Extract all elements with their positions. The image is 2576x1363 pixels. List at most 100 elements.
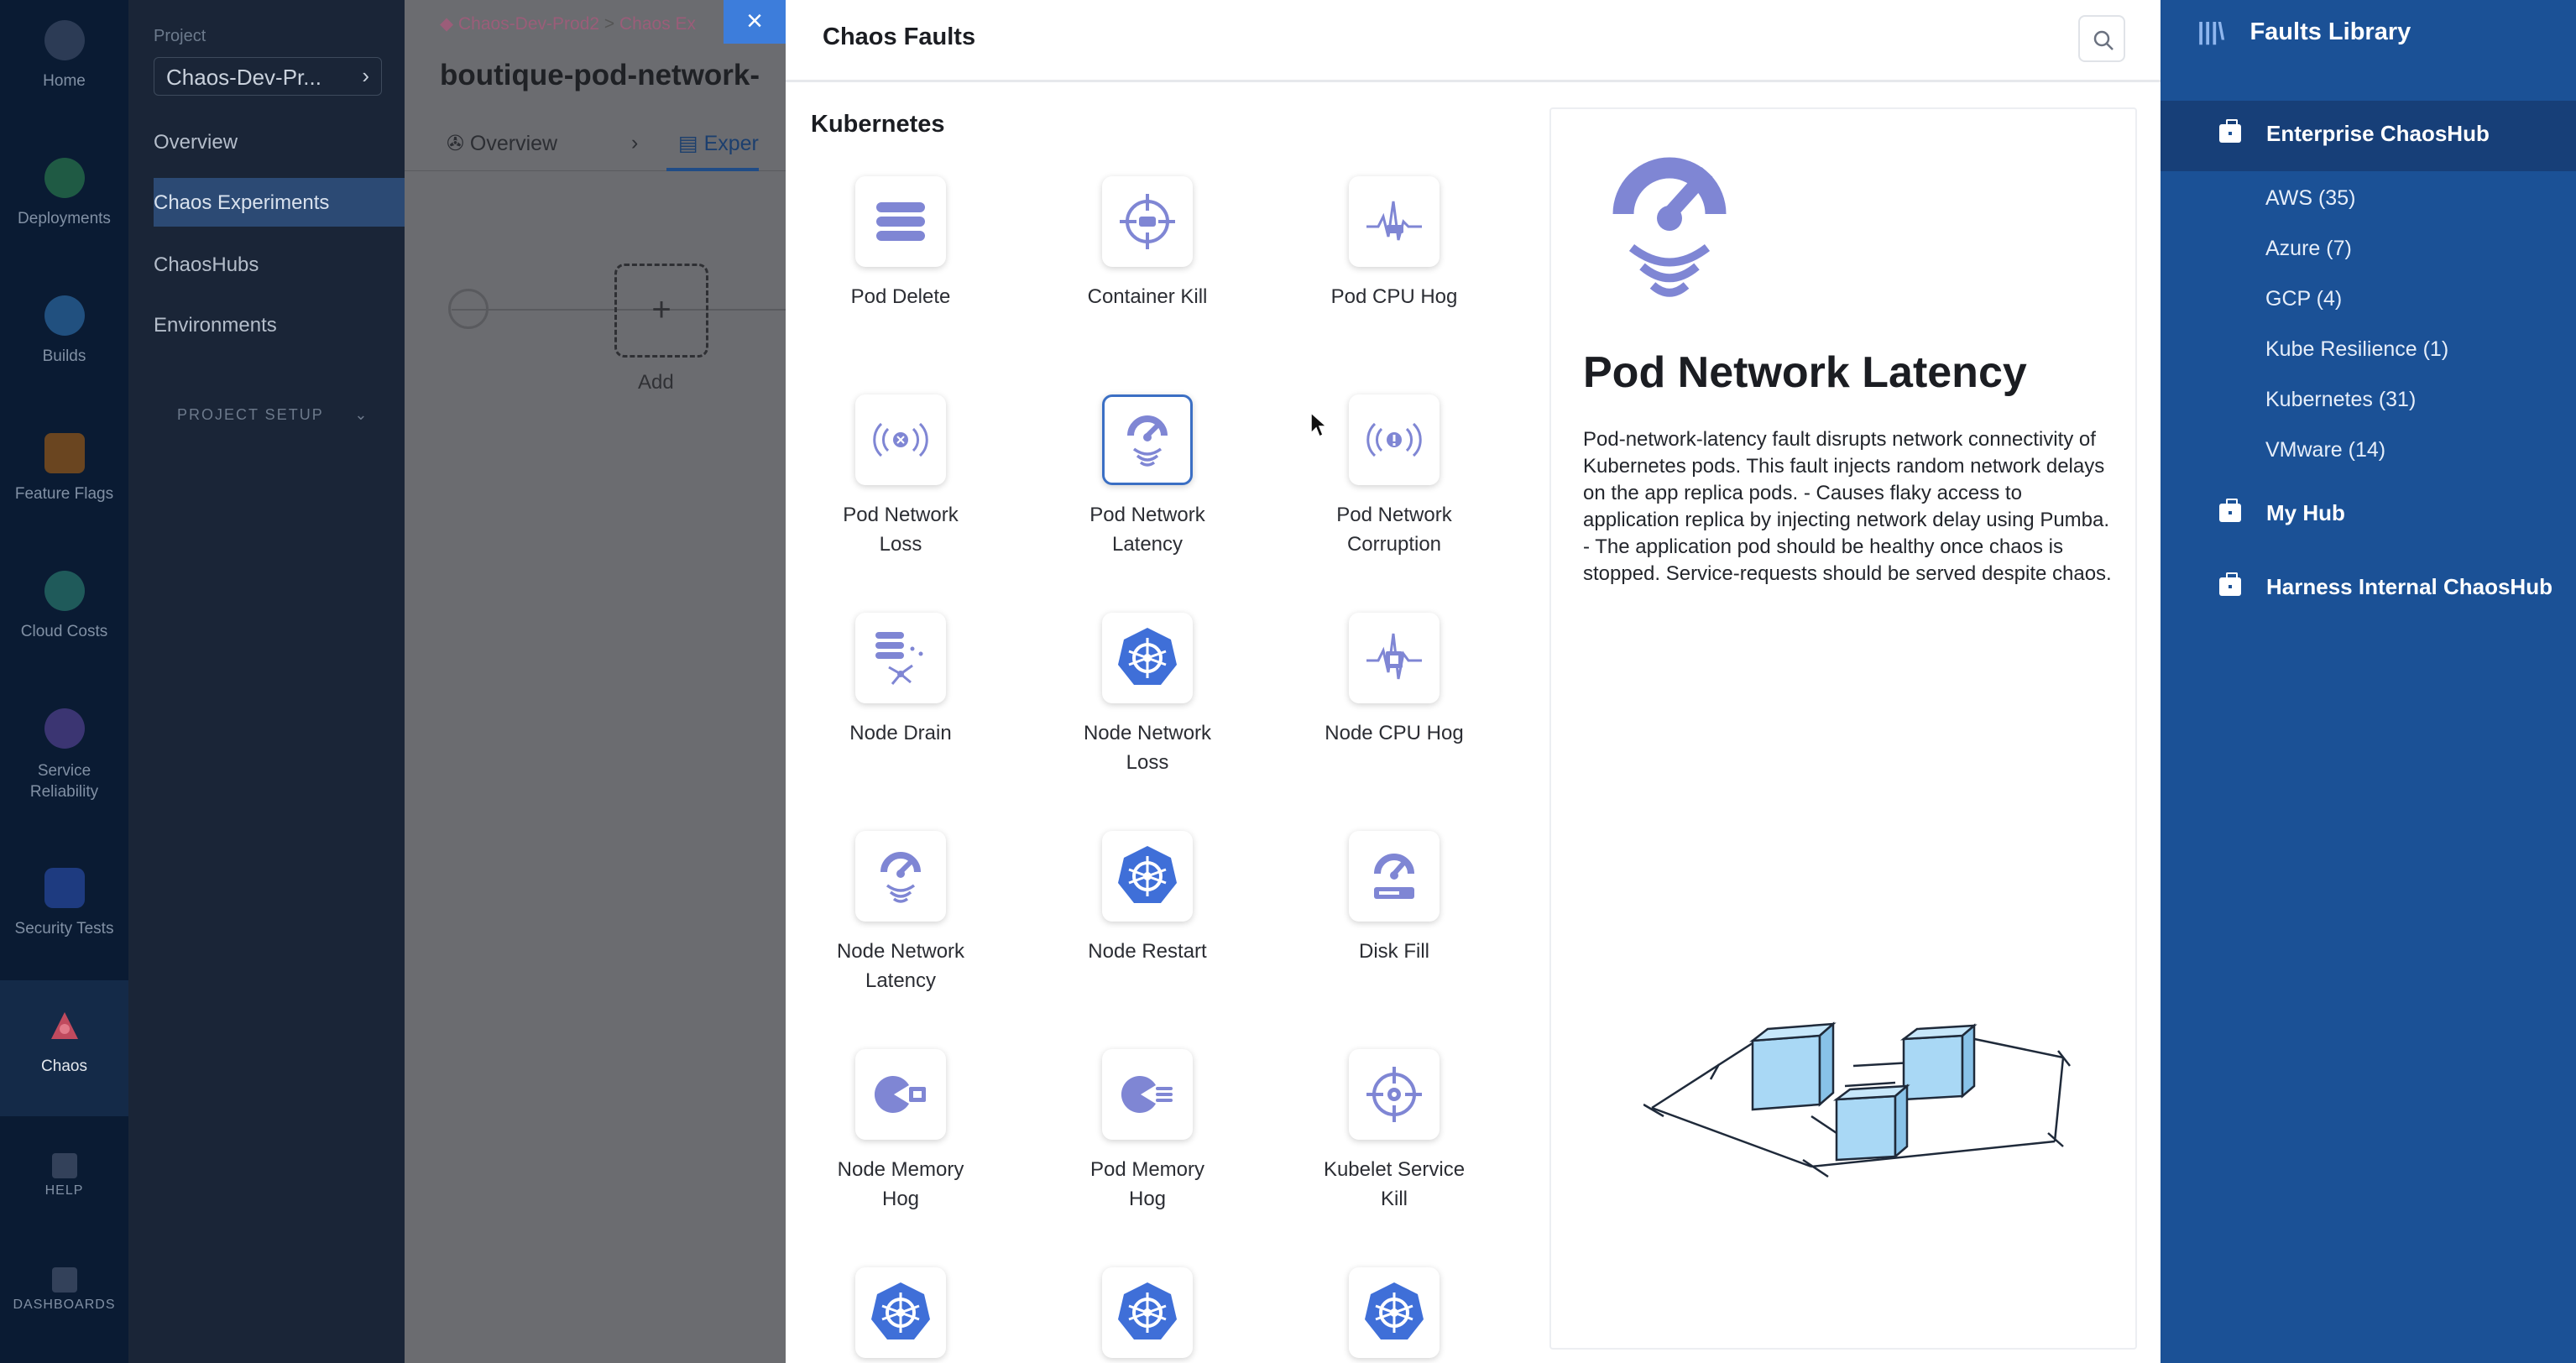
breadcrumb-project[interactable]: Chaos-Dev-Prod2 [458, 14, 599, 34]
nav-service-reliability[interactable]: Service Reliability [0, 708, 128, 802]
nav-chaos[interactable]: Chaos [0, 980, 128, 1116]
kubernetes-icon [1118, 628, 1177, 685]
hub-item-azure[interactable]: Azure (7) [2265, 237, 2352, 261]
briefcase-icon [2219, 499, 2241, 522]
chevron-right-icon: › [362, 63, 369, 88]
fault-label: Container Kill [1087, 285, 1208, 308]
fault-card-partial-3[interactable] [1289, 1267, 1499, 1358]
hub-enterprise-chaoshub[interactable]: Enterprise ChaosHub [2161, 101, 2576, 171]
fault-tile [1349, 831, 1440, 922]
fault-card-node-network-loss[interactable]: Node Network Loss [1042, 613, 1252, 777]
hub-my-hub[interactable]: My Hub [2161, 480, 2576, 551]
service-reliability-icon [44, 708, 85, 749]
hub-label: My Hub [2266, 500, 2345, 525]
project-nav-overview[interactable]: Overview [154, 131, 405, 154]
fault-tile [855, 176, 946, 267]
fault-card-pod-cpu-hog[interactable]: Pod CPU Hog [1289, 176, 1499, 311]
breadcrumb-chaos[interactable]: Chaos Ex [619, 14, 696, 34]
fault-card-partial-2[interactable] [1042, 1267, 1252, 1358]
hub-item-aws[interactable]: AWS (35) [2265, 186, 2355, 211]
hub-item-kubernetes[interactable]: Kubernetes (31) [2265, 388, 2416, 412]
nav-service-reliability-label: Service Reliability [29, 762, 99, 801]
hub-item-gcp[interactable]: GCP (4) [2265, 287, 2342, 311]
nav-builds-label: Builds [42, 347, 86, 365]
nav-deployments-label: Deployments [18, 210, 111, 227]
fault-tile [855, 1049, 946, 1140]
fault-card-pod-network-latency[interactable]: Pod Network Latency [1042, 394, 1252, 559]
disk-fill-icon [1374, 854, 1414, 899]
nav-home[interactable]: Home [0, 20, 128, 91]
container-kill-icon [1120, 194, 1175, 249]
fault-card-node-drain[interactable]: Node Drain [796, 613, 1006, 748]
fault-card-node-restart[interactable]: Node Restart [1042, 831, 1252, 966]
kubelet-service-kill-icon [1366, 1067, 1422, 1122]
nav-cloud-costs-label: Cloud Costs [20, 623, 108, 640]
tab-experiment-builder[interactable]: ▤ Exper [666, 131, 759, 171]
fault-card-pod-network-loss[interactable]: Pod Network Loss [796, 394, 1006, 559]
add-fault-button[interactable]: + [614, 264, 708, 358]
help-icon [51, 1153, 77, 1178]
chevron-right-icon: › [631, 131, 639, 154]
fault-label: Node Restart [1088, 940, 1207, 963]
feature-flags-icon [44, 433, 85, 473]
category-title: Kubernetes [811, 111, 945, 138]
nav-dashboards[interactable]: DASHBOARDS [0, 1267, 128, 1313]
hub-item-vmware[interactable]: VMware (14) [2265, 438, 2385, 462]
project-selector[interactable]: Chaos-Dev-Pr... › [154, 57, 382, 96]
pod-network-corruption-icon [1366, 422, 1422, 457]
fault-detail-description: Pod-network-latency fault disrupts netwo… [1583, 428, 2112, 585]
nav-security-tests[interactable]: Security Tests [0, 868, 128, 938]
fault-card-node-memory-hog[interactable]: Node Memory Hog [796, 1049, 1006, 1214]
project-nav-chaos-experiments[interactable]: Chaos Experiments [154, 178, 405, 227]
experiment-tab-icon: ▤ [678, 132, 704, 155]
fault-tile [1349, 613, 1440, 703]
kubernetes-icon [1118, 846, 1177, 903]
nav-chaos-label: Chaos [41, 1058, 87, 1075]
nav-builds[interactable]: Builds [0, 295, 128, 366]
hub-item-kube-resilience[interactable]: Kube Resilience (1) [2265, 337, 2448, 362]
project-setup-toggle[interactable]: PROJECT SETUP ⌄ [177, 406, 368, 424]
fault-card-pod-memory-hog[interactable]: Pod Memory Hog [1042, 1049, 1252, 1214]
node-memory-hog-icon [874, 1076, 926, 1113]
project-nav-chaoshubs[interactable]: ChaosHubs [154, 253, 405, 277]
hub-harness-internal-chaoshub[interactable]: Harness Internal ChaosHub [2161, 554, 2576, 624]
tab-overview[interactable]: ✇ Overview [447, 131, 557, 156]
pipeline-start-node[interactable] [448, 289, 489, 329]
nav-cloud-costs[interactable]: Cloud Costs [0, 571, 128, 641]
faults-library-panel: |||\ Faults Library Enterprise ChaosHub … [2161, 0, 2576, 1363]
fault-card-node-cpu-hog[interactable]: Node CPU Hog [1289, 613, 1499, 748]
home-icon [44, 20, 85, 60]
fault-detail-panel: Pod Network Latency Pod-network-latency … [1549, 107, 2137, 1350]
search-icon [2093, 30, 2114, 50]
modal-header: Chaos Faults [786, 0, 2161, 82]
fault-card-container-kill[interactable]: Container Kill [1042, 176, 1252, 311]
close-modal-button[interactable]: × [724, 0, 786, 44]
nav-deployments[interactable]: Deployments [0, 158, 128, 228]
fault-card-kubelet-service-kill[interactable]: Kubelet Service Kill [1289, 1049, 1499, 1214]
fault-card-disk-fill[interactable]: Disk Fill [1289, 831, 1499, 966]
nav-feature-flags[interactable]: Feature Flags [0, 433, 128, 504]
fault-card-partial-1[interactable] [796, 1267, 1006, 1358]
faults-library-title: Faults Library [2249, 18, 2411, 45]
fault-tile [1102, 1049, 1193, 1140]
project-nav-environments[interactable]: Environments [154, 314, 405, 337]
fault-label: Node Memory Hog [837, 1158, 964, 1210]
builds-icon [44, 295, 85, 336]
search-button[interactable] [2078, 15, 2125, 62]
dashboards-icon [51, 1267, 77, 1292]
fault-card-node-network-latency[interactable]: Node Network Latency [796, 831, 1006, 995]
fault-detail-title: Pod Network Latency [1583, 348, 2027, 397]
fault-tile [1349, 1267, 1440, 1358]
pod-delete-icon [876, 202, 925, 241]
nav-help[interactable]: HELP [0, 1153, 128, 1198]
nav-feature-flags-label: Feature Flags [14, 485, 114, 503]
project-label: Project [154, 27, 206, 45]
fault-label: Node CPU Hog [1325, 722, 1464, 744]
kubernetes-icon [1365, 1282, 1424, 1340]
fault-label: Pod Network Loss [843, 504, 959, 556]
fault-label: Kubelet Service Kill [1323, 1158, 1466, 1210]
fault-tile [1349, 1049, 1440, 1140]
pod-network-latency-icon [1612, 157, 1727, 297]
experiment-title: boutique-pod-network- [440, 59, 760, 91]
fault-card-pod-delete[interactable]: Pod Delete [796, 176, 1006, 311]
